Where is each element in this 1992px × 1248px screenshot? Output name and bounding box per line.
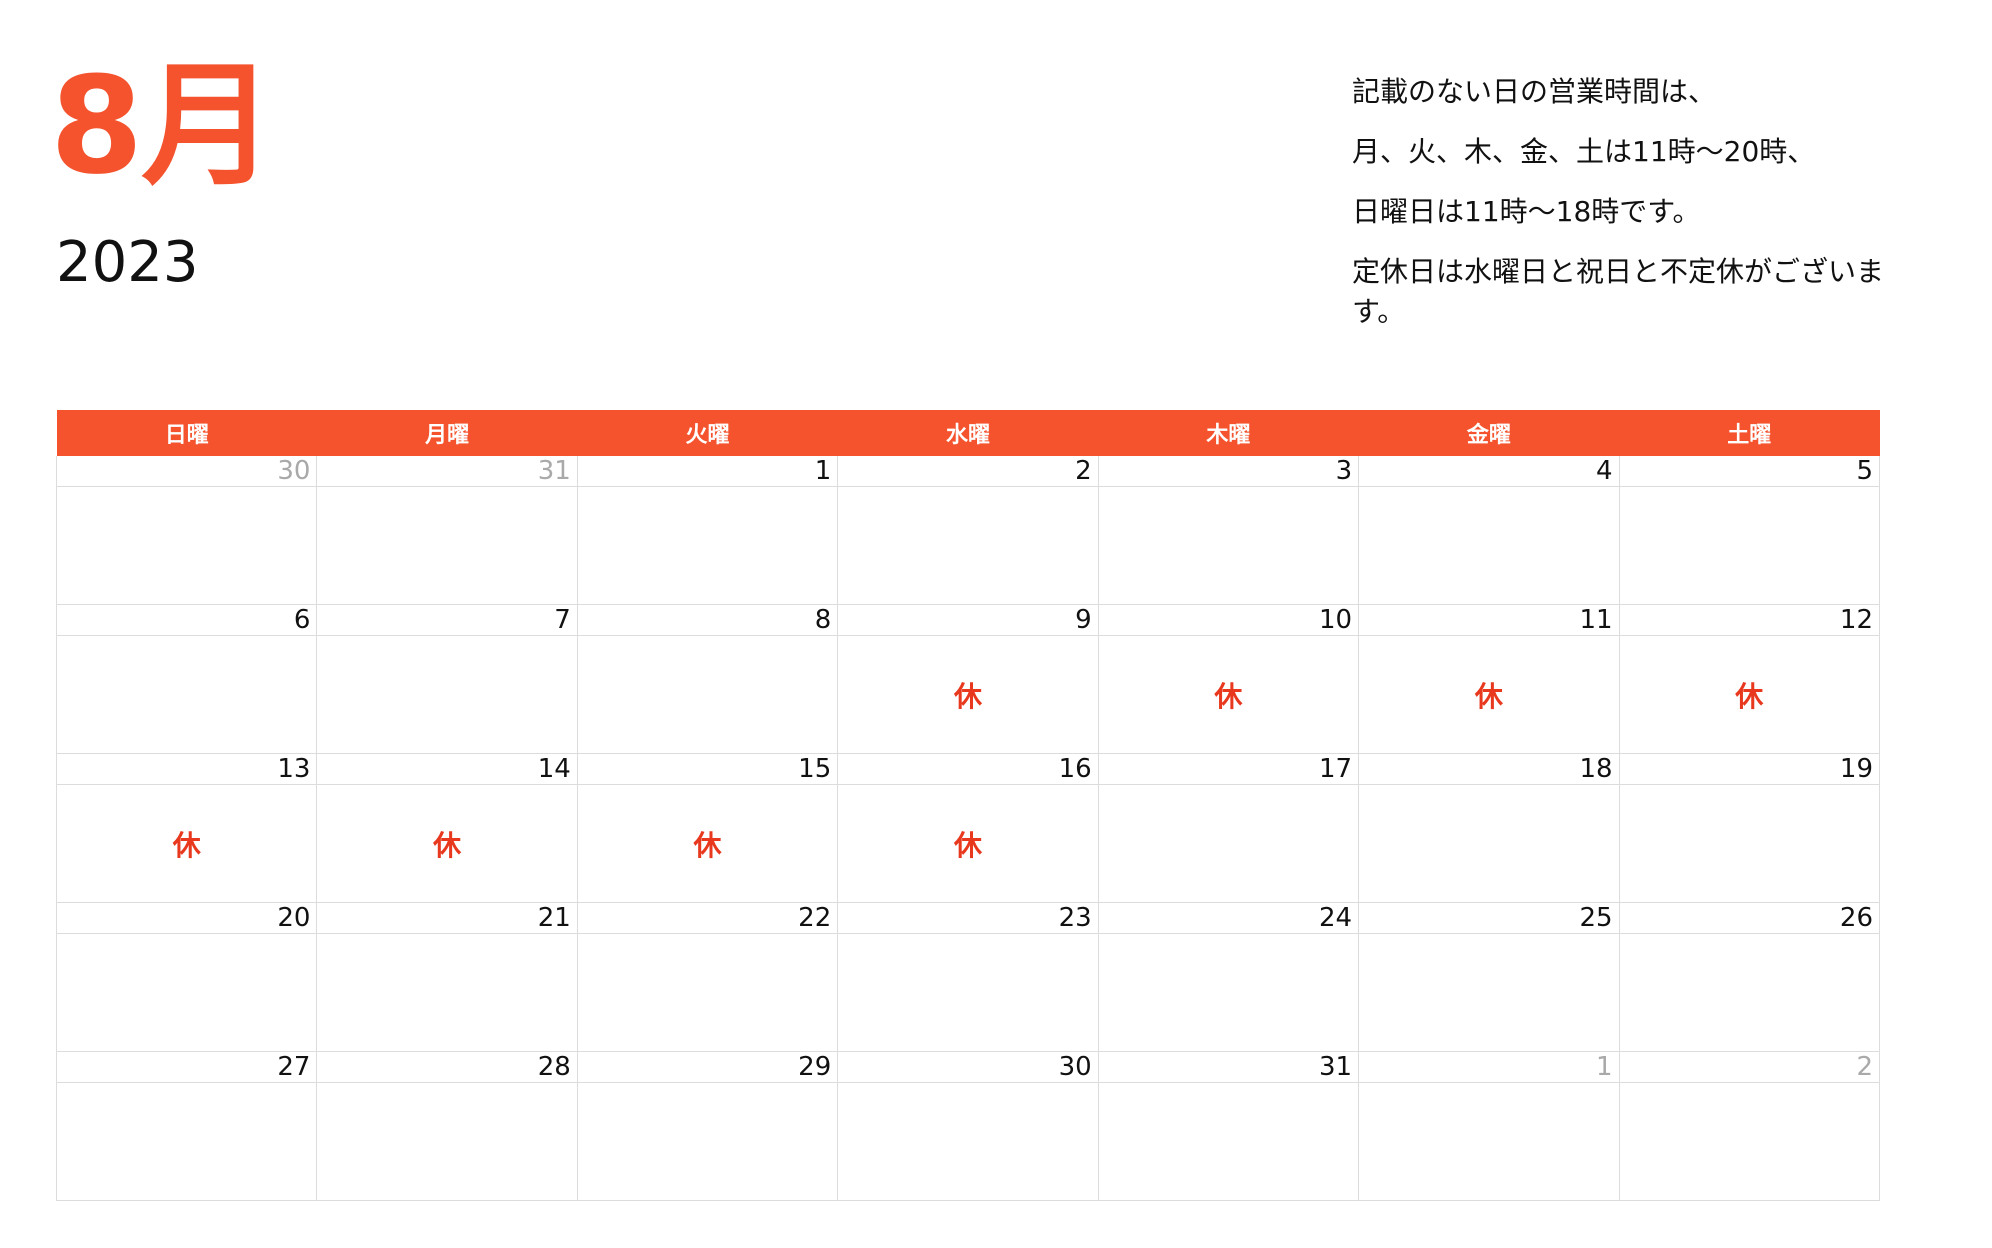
day-cell <box>576 486 839 605</box>
day-number: 12 <box>1618 604 1881 636</box>
day-number: 3 <box>1097 456 1360 487</box>
closed-day-mark: 休 <box>837 784 1099 903</box>
day-cell <box>1358 486 1620 605</box>
day-number: 2 <box>837 456 1099 487</box>
day-cell <box>1097 1082 1360 1201</box>
day-number: 9 <box>837 604 1099 636</box>
day-number: 10 <box>1097 604 1360 636</box>
weekday-header: 月曜 <box>316 410 578 456</box>
day-cell <box>55 933 318 1052</box>
day-number: 11 <box>1358 604 1620 636</box>
weekday-header: 日曜 <box>56 410 317 456</box>
day-number: 31 <box>316 456 578 487</box>
day-cell <box>55 486 318 605</box>
day-number: 14 <box>316 753 578 785</box>
day-cell <box>1358 784 1620 903</box>
day-cell <box>1618 933 1881 1052</box>
day-number: 6 <box>55 604 318 636</box>
day-cell <box>316 635 578 754</box>
day-cell <box>1618 486 1881 605</box>
day-number: 25 <box>1358 902 1620 934</box>
day-number: 13 <box>55 753 318 785</box>
day-cell <box>1097 933 1360 1052</box>
day-cell <box>55 1082 318 1201</box>
day-cell <box>837 933 1099 1052</box>
week-date-row: 20 21 22 23 24 25 26 <box>55 902 1881 934</box>
day-number: 21 <box>316 902 578 934</box>
closed-day-mark: 休 <box>1618 635 1881 754</box>
week-date-row: 27 28 29 30 31 1 2 <box>55 1051 1881 1083</box>
day-number: 30 <box>55 456 318 487</box>
week-content-row <box>55 486 1881 605</box>
closed-day-mark: 休 <box>1358 635 1620 754</box>
week-date-row: 13 14 15 16 17 18 19 <box>55 753 1881 785</box>
day-number: 8 <box>576 604 839 636</box>
weekday-header: 木曜 <box>1098 410 1359 456</box>
day-number: 1 <box>576 456 839 487</box>
closed-day-mark: 休 <box>576 784 839 903</box>
closed-day-mark: 休 <box>55 784 318 903</box>
calendar-grid: 日曜 月曜 火曜 水曜 木曜 金曜 土曜 30 31 1 2 3 4 5 6 7 8 9 10 11 12… <box>55 410 1881 1201</box>
day-number: 22 <box>576 902 839 934</box>
day-number: 19 <box>1618 753 1881 785</box>
day-cell <box>1618 784 1881 903</box>
day-cell <box>1618 1082 1881 1201</box>
week-date-row: 30 31 1 2 3 4 5 <box>55 456 1881 487</box>
day-number: 31 <box>1097 1051 1360 1083</box>
day-number: 30 <box>837 1051 1099 1083</box>
day-number: 23 <box>837 902 1099 934</box>
closed-day-mark: 休 <box>837 635 1099 754</box>
closed-day-mark: 休 <box>1097 635 1360 754</box>
day-number: 24 <box>1097 902 1360 934</box>
day-number: 2 <box>1618 1051 1881 1083</box>
note-line: 定休日は水曜日と祝日と不定休がございます。 <box>1352 255 1885 328</box>
note-line: 記載のない日の営業時間は、 <box>1352 75 1717 108</box>
day-number: 26 <box>1618 902 1881 934</box>
business-hours-notes: 記載のない日の営業時間は、 月、火、木、金、土は11時〜20時、 日曜日は11時… <box>1352 72 1892 352</box>
note-line: 日曜日は11時〜18時です。 <box>1352 195 1701 228</box>
day-cell <box>576 635 839 754</box>
month-title: 8月 <box>50 48 275 204</box>
day-number: 5 <box>1618 456 1881 487</box>
day-cell <box>316 486 578 605</box>
day-number: 29 <box>576 1051 839 1083</box>
note-line: 月、火、木、金、土は11時〜20時、 <box>1352 135 1816 168</box>
day-cell <box>316 1082 578 1201</box>
weekday-header: 土曜 <box>1619 410 1880 456</box>
day-number: 27 <box>55 1051 318 1083</box>
day-number: 15 <box>576 753 839 785</box>
week-content-row <box>55 933 1881 1052</box>
day-number: 18 <box>1358 753 1620 785</box>
day-cell <box>55 635 318 754</box>
day-number: 4 <box>1358 456 1620 487</box>
week-date-row: 6 7 8 9 10 11 12 <box>55 604 1881 636</box>
day-number: 28 <box>316 1051 578 1083</box>
day-cell <box>1097 486 1360 605</box>
calendar-weeks: 30 31 1 2 3 4 5 6 7 8 9 10 11 12 休休休休 13 14 15 16 17 18 19 休休休… <box>55 456 1881 1201</box>
weekday-header: 水曜 <box>837 410 1099 456</box>
day-number: 16 <box>837 753 1099 785</box>
weekday-header: 金曜 <box>1358 410 1620 456</box>
day-cell <box>1358 933 1620 1052</box>
year-label: 2023 <box>56 230 199 295</box>
day-cell <box>576 933 839 1052</box>
day-number: 20 <box>55 902 318 934</box>
day-number: 1 <box>1358 1051 1620 1083</box>
weekday-header-row: 日曜 月曜 火曜 水曜 木曜 金曜 土曜 <box>56 410 1880 456</box>
weekday-header: 火曜 <box>577 410 838 456</box>
day-cell <box>1358 1082 1620 1201</box>
day-cell <box>316 933 578 1052</box>
week-content-row <box>55 1082 1881 1201</box>
closed-day-mark: 休 <box>316 784 578 903</box>
week-content-row: 休休休休 <box>55 784 1881 903</box>
day-cell <box>837 1082 1099 1201</box>
day-cell <box>1097 784 1360 903</box>
day-number: 17 <box>1097 753 1360 785</box>
day-cell <box>837 486 1099 605</box>
day-number: 7 <box>316 604 578 636</box>
day-cell <box>576 1082 839 1201</box>
week-content-row: 休休休休 <box>55 635 1881 754</box>
